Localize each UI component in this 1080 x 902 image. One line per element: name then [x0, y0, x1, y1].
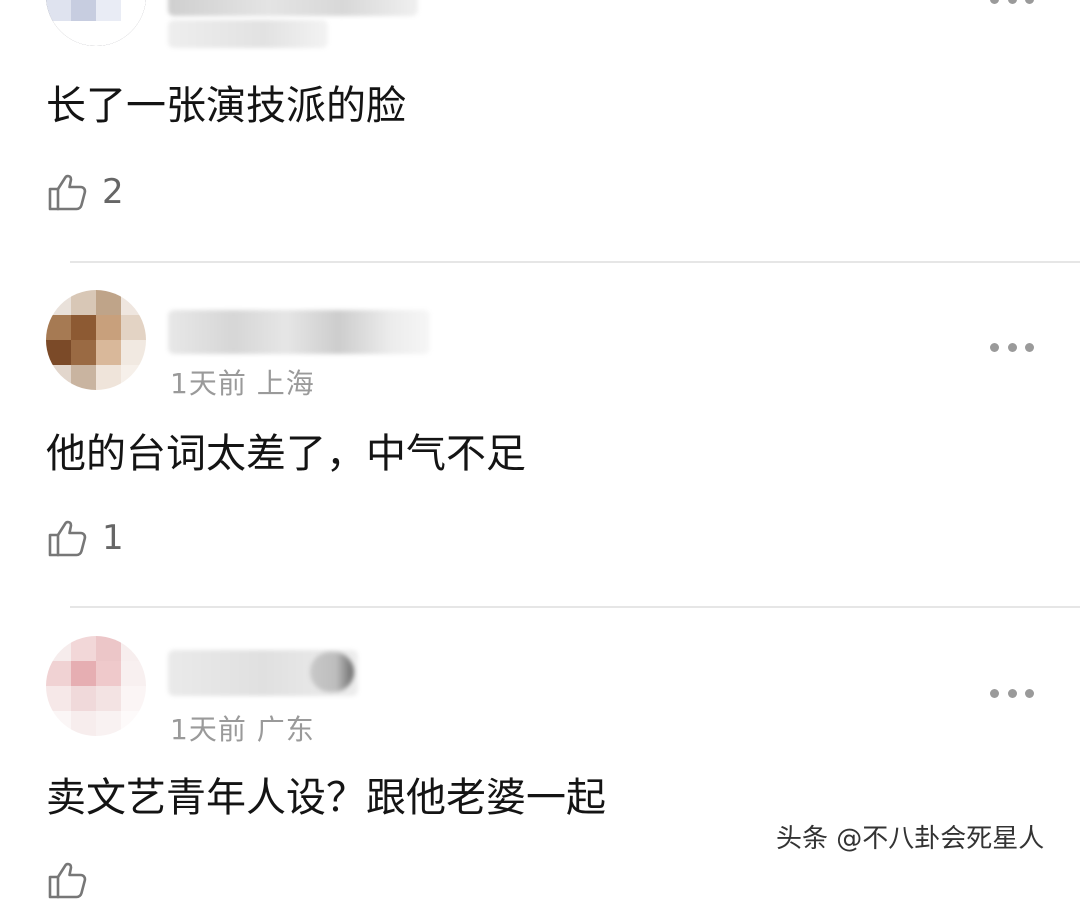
like-count: 1 [102, 518, 124, 558]
avatar[interactable] [46, 636, 146, 736]
meta-blurred [168, 20, 328, 48]
thumbs-up-icon [48, 520, 87, 557]
thumbs-up-icon [48, 862, 87, 899]
avatar[interactable] [46, 0, 146, 46]
comment-text: 长了一张演技派的脸 [46, 83, 406, 129]
more-dots-icon [990, 0, 999, 4]
watermark: 头条 @不八卦会死星人 [776, 824, 1045, 854]
like-button[interactable]: 1 [46, 516, 124, 560]
more-options-button[interactable] [990, 342, 1034, 352]
more-dots-icon [990, 342, 999, 352]
divider [70, 606, 1080, 608]
username-blurred [168, 0, 418, 16]
more-options-button[interactable] [990, 688, 1034, 698]
comment-text: 卖文艺青年人设？跟他老婆一起 [46, 775, 606, 821]
comment-meta: 1天前 广东 [170, 713, 315, 746]
divider [70, 261, 1080, 263]
more-dots-icon [990, 688, 999, 698]
thumbs-up-icon [48, 174, 87, 211]
like-button[interactable] [46, 858, 102, 902]
username-blurred-tail [310, 652, 354, 692]
comment-meta: 1天前 上海 [170, 367, 315, 400]
more-options-button[interactable] [990, 0, 1034, 4]
like-count: 2 [102, 172, 124, 212]
comment-text: 他的台词太差了，中气不足 [46, 431, 526, 477]
like-button[interactable]: 2 [46, 170, 124, 214]
avatar[interactable] [46, 290, 146, 390]
username-blurred [168, 310, 430, 354]
